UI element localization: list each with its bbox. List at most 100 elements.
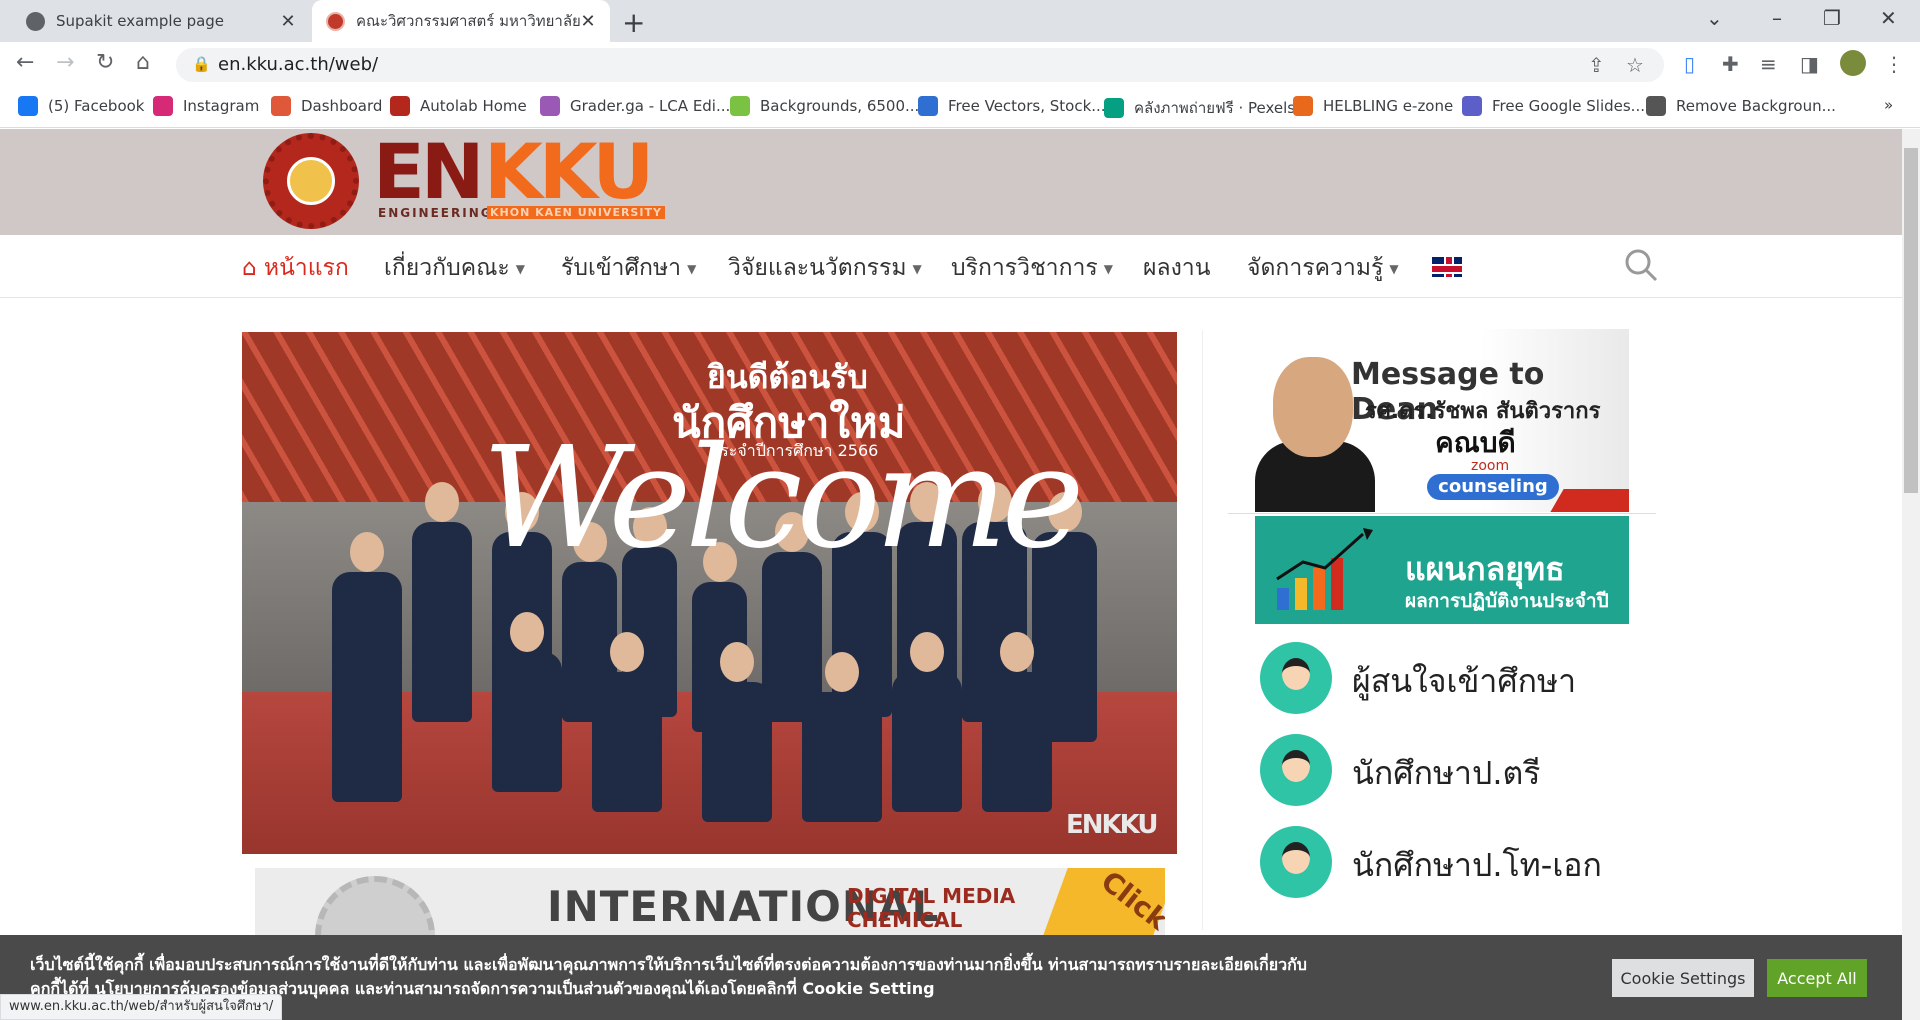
nav-services[interactable]: บริการวิชาการ ▼ <box>951 250 1113 286</box>
cookie-settings-button[interactable]: Cookie Settings <box>1612 959 1754 997</box>
search-icon[interactable] <box>1624 248 1658 282</box>
close-tab-icon[interactable]: ✕ <box>280 11 296 32</box>
strategic-plan-card[interactable]: แผนกลยุทธ ผลการปฏิบัติงานประจำปี <box>1255 516 1629 624</box>
media-queue-icon[interactable]: ≡ <box>1760 52 1777 76</box>
graduate-icon <box>1260 826 1332 898</box>
bookmark-label: Grader.ga - LCA Edi... <box>570 97 731 115</box>
column-divider <box>1202 330 1203 930</box>
bookmarks-overflow-icon[interactable]: » <box>1884 96 1893 114</box>
bookmark-item[interactable]: Autolab Home <box>390 96 527 116</box>
tab-title: Supakit example page <box>56 12 225 30</box>
new-tab-button[interactable]: + <box>622 6 645 39</box>
bookmark-item[interactable]: (5) Facebook <box>18 96 145 116</box>
bookmark-item[interactable]: Grader.ga - LCA Edi... <box>540 96 730 116</box>
gear-emblem-icon <box>315 876 435 938</box>
bookmark-item[interactable]: Instagram <box>153 96 259 116</box>
extensions-puzzle-icon[interactable]: ✚ <box>1722 52 1739 76</box>
slides-icon <box>1462 96 1482 116</box>
bookmark-item[interactable]: Dashboard <box>271 96 382 116</box>
main-navigation: ⌂ หน้าแรก เกี่ยวกับคณะ ▼ รับเข้าศึกษา ▼ วิจัย… <box>0 235 1902 298</box>
trend-arrow-icon <box>1276 528 1373 581</box>
bookmark-label: Backgrounds, 6500... <box>760 97 920 115</box>
nav-label: วิจัยและนวัตกรรม <box>728 255 907 281</box>
page-scrollbar-thumb[interactable] <box>1904 148 1918 493</box>
reload-icon[interactable]: ↻ <box>96 50 114 75</box>
browser-tab-strip: Supakit example page ✕ คณะวิศวกรรมศาสตร์… <box>0 0 1920 42</box>
student-head <box>825 652 859 692</box>
student-head <box>1000 632 1034 672</box>
logo-subtitle-university: KHON KAEN UNIVERSITY <box>487 206 665 219</box>
bookmark-label: Dashboard <box>301 97 383 115</box>
tab-en-kku[interactable]: คณะวิศวกรรมศาสตร์ มหาวิทยาลัยขอน ✕ <box>312 0 610 42</box>
nav-knowledge[interactable]: จัดการความรู้ ▼ <box>1247 250 1399 286</box>
address-bar[interactable]: 🔒 en.kku.ac.th/web/ ⇪ ☆ <box>176 48 1664 82</box>
person-face-icon <box>1282 658 1310 690</box>
bookmark-star-icon[interactable]: ☆ <box>1626 53 1644 77</box>
vectors-icon <box>918 96 938 116</box>
hero-watermark-logo: ENKKU <box>1066 810 1158 840</box>
nav-home[interactable]: ⌂ หน้าแรก <box>242 250 349 286</box>
bookmark-item[interactable]: Backgrounds, 6500... <box>730 96 919 116</box>
bookmark-label: (5) Facebook <box>48 97 145 115</box>
link-status-bar: www.en.kku.ac.th/web/สำหรับผู้สนใจศึกษา/ <box>0 994 283 1020</box>
student-figure <box>702 682 772 822</box>
logo-en-text[interactable]: EN <box>373 134 485 210</box>
english-flag-icon[interactable] <box>1432 257 1462 277</box>
message-to-dean-card[interactable]: Message to Dean รศ.ดร.รัชพล สันติวรากร ค… <box>1255 329 1629 512</box>
bookmark-item[interactable]: Free Google Slides... <box>1462 96 1645 116</box>
more-menu-icon[interactable]: ⋮ <box>1884 52 1904 76</box>
logo-kku-text[interactable]: KKU <box>484 134 654 210</box>
profile-avatar[interactable] <box>1840 50 1866 76</box>
instagram-icon <box>153 96 173 116</box>
student-figure <box>412 522 472 722</box>
nav-admission[interactable]: รับเข้าศึกษา ▼ <box>561 250 696 286</box>
restore-icon[interactable]: ❐ <box>1823 6 1841 30</box>
lock-icon[interactable]: 🔒 <box>192 55 211 73</box>
nav-about[interactable]: เกี่ยวกับคณะ ▼ <box>384 250 525 286</box>
browser-toolbar: ← → ↻ ⌂ 🔒 en.kku.ac.th/web/ ⇪ ☆ ▯ ✚ ≡ ◨ … <box>0 42 1920 88</box>
hero-welcome-banner[interactable]: Welcome ยินดีต้อนรับ นักศึกษาใหม่ ประจำป… <box>242 332 1177 854</box>
nav-research[interactable]: วิจัยและนวัตกรรม ▼ <box>728 250 922 286</box>
bookmark-item[interactable]: คลังภาพถ่ายฟรี · Pexels <box>1104 96 1295 120</box>
share-icon[interactable]: ⇪ <box>1588 53 1605 77</box>
bookmark-label: คลังภาพถ่ายฟรี · Pexels <box>1134 99 1296 117</box>
bookmark-item[interactable]: Free Vectors, Stock... <box>918 96 1106 116</box>
dropdown-caret-icon: ▼ <box>687 261 697 276</box>
side-panel-icon[interactable]: ◨ <box>1800 52 1819 76</box>
quicklink-prospective-students[interactable]: ผู้สนใจเข้าศึกษา <box>1260 642 1650 714</box>
kku-seal-logo[interactable] <box>263 133 359 229</box>
student-head <box>610 632 644 672</box>
undergraduate-icon <box>1260 734 1332 806</box>
tab-title: คณะวิศวกรรมศาสตร์ มหาวิทยาลัยขอน <box>356 12 580 30</box>
forward-icon[interactable]: → <box>56 50 74 75</box>
docs-extension-icon[interactable]: ▯ <box>1684 52 1695 76</box>
pexels-icon <box>1104 98 1124 118</box>
international-programs-banner[interactable]: INTERNATIONAL DIGITAL MEDIA CHEMICAL Cli… <box>255 868 1165 938</box>
student-figure <box>802 692 882 822</box>
quicklink-label: นักศึกษาป.ตรี <box>1352 754 1541 792</box>
student-figure <box>982 672 1052 812</box>
quicklink-undergraduate[interactable]: นักศึกษาป.ตรี <box>1260 734 1650 806</box>
accept-all-button[interactable]: Accept All <box>1767 959 1867 997</box>
removebg-icon <box>1646 96 1666 116</box>
logo-subtitle-engineering: ENGINEERING <box>378 206 493 220</box>
home-icon[interactable]: ⌂ <box>136 50 150 75</box>
quicklink-graduate[interactable]: นักศึกษาป.โท-เอก <box>1260 826 1650 898</box>
tab-supakit-example[interactable]: Supakit example page ✕ <box>0 0 310 42</box>
bookmark-label: Autolab Home <box>420 97 527 115</box>
hero-academic-year: ประจำปีการศึกษา 2566 <box>710 441 879 460</box>
back-icon[interactable]: ← <box>16 50 34 75</box>
nav-works[interactable]: ผลงาน <box>1143 250 1210 286</box>
home-icon: ⌂ <box>242 255 264 281</box>
intl-program-chemical: CHEMICAL <box>847 908 963 932</box>
address-text[interactable]: en.kku.ac.th/web/ <box>218 54 378 75</box>
close-tab-icon[interactable]: ✕ <box>580 11 596 32</box>
bookmark-item[interactable]: Remove Backgroun... <box>1646 96 1836 116</box>
student-figure <box>892 672 962 812</box>
close-window-icon[interactable]: ✕ <box>1880 6 1897 30</box>
student-figure <box>492 652 562 792</box>
minimize-icon[interactable]: – <box>1772 6 1782 30</box>
chevron-down-icon[interactable]: ⌄ <box>1706 6 1723 30</box>
kku-favicon-icon <box>326 11 345 31</box>
bookmark-item[interactable]: HELBLING e-zone <box>1293 96 1453 116</box>
